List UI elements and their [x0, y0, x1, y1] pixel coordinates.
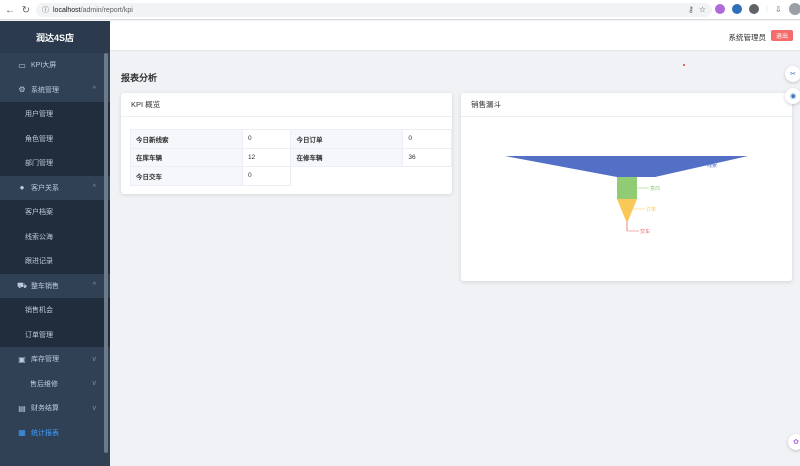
- kpi-value: 36: [402, 147, 452, 167]
- kpi-table: 今日新线索 0 今日订单 0 在库车辆 12 在修车辆 36 今日交车 0: [130, 129, 452, 186]
- sidebar-item-label: 部门管理: [25, 160, 53, 168]
- sidebar-item-label: 角色管理: [25, 135, 53, 143]
- sidebar-item-label: 跟进记录: [25, 258, 53, 266]
- sidebar-item-label: 库存管理: [31, 356, 59, 364]
- chevron-up-icon: ^: [92, 282, 96, 290]
- gear-icon: ⚙: [18, 85, 26, 95]
- user-icon: ●: [19, 183, 25, 193]
- chevron-up-icon: ^: [92, 86, 96, 94]
- sidebar-item-orders[interactable]: 订单管理: [0, 322, 110, 347]
- extension-icon[interactable]: [749, 4, 759, 14]
- profile-avatar[interactable]: [788, 3, 800, 15]
- funnel-segment-orders[interactable]: [617, 199, 637, 221]
- sidebar-item-customers[interactable]: 客户档案: [0, 200, 110, 225]
- chevron-down-icon: v: [92, 355, 97, 363]
- box-icon: ▣: [18, 354, 26, 364]
- funnel-card-title: 销售漏斗: [461, 93, 792, 117]
- divider: |: [766, 5, 768, 13]
- address-bar[interactable]: ⓘ localhost/admin/report/kpi ⚷ ☆: [36, 3, 712, 17]
- sidebar-item-label: KPI大屏: [31, 62, 57, 70]
- kpi-label: 今日新线索: [130, 129, 243, 149]
- sidebar-item-label: 售后维修: [30, 380, 58, 388]
- top-header: 系统管理员 退出: [110, 21, 800, 51]
- sidebar: 润达4S店 ▭ KPI大屏 ⚙ 系统管理 ^ 用户管理 角色管理 部门管理 ● 客户关系…: [0, 21, 110, 466]
- funnel-label: 交车: [640, 228, 650, 235]
- kpi-label: 今日订单: [290, 129, 404, 149]
- funnel-label: 线索: [707, 162, 717, 169]
- key-icon[interactable]: ⚷: [688, 5, 694, 14]
- funnel-label: 意向: [650, 185, 660, 192]
- chevron-down-icon: v: [92, 404, 97, 412]
- table-row: 今日新线索 0 今日订单 0: [130, 129, 452, 149]
- sidebar-item-opportunities[interactable]: 销售机会: [0, 298, 110, 323]
- wallet-icon: ▤: [18, 403, 26, 413]
- sidebar-item-label: 系统管理: [31, 86, 59, 94]
- url-path: /admin/report/kpi: [80, 6, 133, 14]
- monitor-icon: ▭: [18, 60, 26, 70]
- sidebar-item-finance[interactable]: ▤ 财务结算 v: [0, 396, 110, 421]
- kpi-value: 12: [241, 147, 292, 167]
- sidebar-item-reports[interactable]: ▦ 统计报表: [0, 421, 110, 446]
- sidebar-item-label: 整车销售: [31, 282, 59, 290]
- sidebar-item-after-sales[interactable]: 售后维修 v: [0, 372, 110, 397]
- sidebar-item-label: 客户关系: [31, 184, 59, 192]
- chevron-down-icon: v: [92, 380, 97, 388]
- funnel-label: 订单: [646, 206, 656, 213]
- sidebar-item-leads-pool[interactable]: 线索公海: [0, 224, 110, 249]
- funnel-segment-intent[interactable]: [617, 177, 637, 199]
- kpi-value: 0: [241, 129, 292, 149]
- reload-icon[interactable]: ↻: [18, 2, 34, 18]
- sidebar-item-roles[interactable]: 角色管理: [0, 126, 110, 151]
- extension-icon[interactable]: [715, 4, 725, 14]
- scissors-icon[interactable]: ✂: [785, 66, 800, 82]
- sidebar-item-system[interactable]: ⚙ 系统管理 ^: [0, 78, 110, 103]
- funnel-chart: 线索 意向 订单 交车: [505, 156, 748, 235]
- kpi-label: 在修车辆: [290, 147, 404, 167]
- table-row: 在库车辆 12 在修车辆 36: [130, 147, 452, 167]
- kpi-overview-card: KPI 概览 今日新线索 0 今日订单 0 在库车辆 12 在修车辆 36 今日…: [121, 93, 452, 194]
- browser-toolbar: ← ↻ ⓘ localhost/admin/report/kpi ⚷ ☆ | ⇩…: [0, 0, 800, 20]
- sidebar-item-label: 用户管理: [25, 111, 53, 119]
- logout-button[interactable]: 退出: [771, 30, 793, 41]
- chart-icon: ▦: [18, 428, 26, 438]
- sidebar-item-label: 财务结算: [31, 405, 59, 413]
- kpi-label: 在库车辆: [130, 147, 243, 167]
- sidebar-item-departments[interactable]: 部门管理: [0, 151, 110, 176]
- downloads-icon[interactable]: ⇩: [775, 5, 782, 14]
- kpi-value: 0: [402, 129, 452, 149]
- back-icon[interactable]: ←: [2, 2, 18, 18]
- translate-icon[interactable]: ◉: [785, 88, 800, 104]
- url-host: localhost: [53, 6, 81, 14]
- page-title: 报表分析: [121, 73, 158, 83]
- sidebar-item-users[interactable]: 用户管理: [0, 102, 110, 127]
- admin-username: 系统管理员: [728, 33, 767, 42]
- sidebar-item-vehicle-sales[interactable]: ⛟ 整车销售 ^: [0, 274, 110, 299]
- sidebar-item-label: 线索公海: [25, 233, 53, 241]
- table-row: 今日交车 0: [130, 166, 452, 186]
- kpi-value: 0: [241, 166, 292, 186]
- sidebar-item-crm[interactable]: ● 客户关系 ^: [0, 176, 110, 201]
- sales-funnel-card: 销售漏斗 线索 意向 订单 交车: [461, 93, 792, 281]
- info-icon: ⓘ: [42, 7, 49, 14]
- assistant-icon[interactable]: ✿: [788, 434, 800, 450]
- sidebar-scrollbar[interactable]: [104, 53, 108, 453]
- star-icon[interactable]: ☆: [699, 5, 706, 14]
- car-icon: ⛟: [17, 280, 28, 290]
- brand-title: 润达4S店: [0, 21, 110, 53]
- sidebar-item-inventory[interactable]: ▣ 库存管理 v: [0, 347, 110, 372]
- extension-icon[interactable]: [732, 4, 742, 14]
- chevron-up-icon: ^: [92, 184, 96, 192]
- sidebar-item-followups[interactable]: 跟进记录: [0, 249, 110, 274]
- sidebar-item-kpi-screen[interactable]: ▭ KPI大屏: [0, 53, 110, 78]
- sidebar-item-label: 销售机会: [25, 307, 53, 315]
- kpi-card-title: KPI 概览: [121, 93, 452, 117]
- sidebar-item-label: 统计报表: [31, 429, 59, 437]
- indicator-dot: [683, 64, 685, 66]
- sidebar-item-label: 客户档案: [25, 209, 53, 217]
- kpi-label: 今日交车: [130, 166, 243, 186]
- sidebar-item-label: 订单管理: [25, 331, 53, 339]
